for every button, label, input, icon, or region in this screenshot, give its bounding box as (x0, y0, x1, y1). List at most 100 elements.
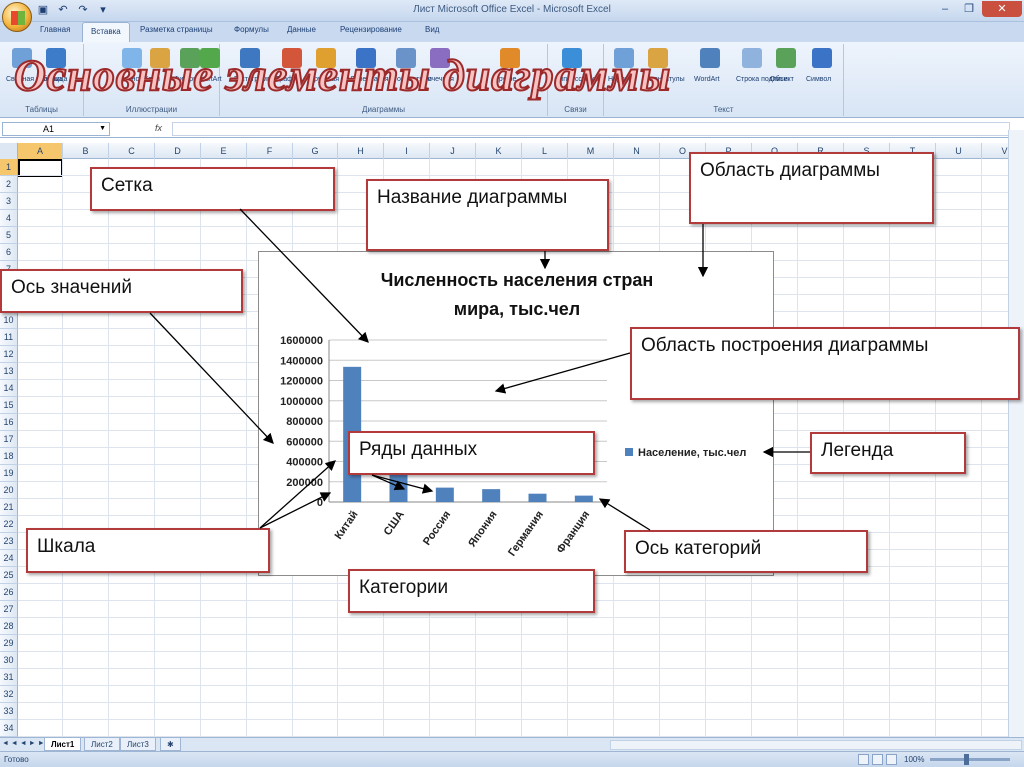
close-icon[interactable]: ✕ (982, 1, 1022, 17)
column-header[interactable]: U (936, 143, 982, 159)
ribbon-button-label[interactable]: WordArt (694, 76, 720, 83)
function-icon[interactable]: fx (155, 123, 162, 133)
row-header[interactable]: 32 (0, 686, 18, 703)
column-header[interactable]: H (338, 143, 384, 159)
ribbon-button-label[interactable]: Объект (770, 76, 794, 83)
column-header[interactable]: A (18, 143, 63, 159)
row-header[interactable]: 27 (0, 601, 18, 618)
column-header[interactable]: I (384, 143, 430, 159)
row-header[interactable]: 2 (0, 176, 18, 193)
column-header[interactable]: N (614, 143, 660, 159)
row-header[interactable]: 30 (0, 652, 18, 669)
bar-3[interactable] (482, 489, 501, 502)
column-header[interactable]: E (201, 143, 247, 159)
tab-5[interactable]: Рецензирование (340, 25, 402, 34)
zoom-level[interactable]: 100% (904, 755, 924, 764)
column-header[interactable]: B (63, 143, 109, 159)
row-header[interactable]: 28 (0, 618, 18, 635)
row-header[interactable]: 33 (0, 703, 18, 720)
gridline (18, 702, 1024, 703)
callout-chart-title: Название диаграммы (366, 179, 609, 251)
column-header[interactable]: K (476, 143, 522, 159)
tab-2[interactable]: Разметка страницы (140, 25, 213, 34)
zoom-slider[interactable] (930, 758, 1010, 761)
formula-input[interactable] (172, 122, 1010, 136)
row-header[interactable]: 21 (0, 499, 18, 516)
callout-categories: Категории (348, 569, 595, 613)
gridline (18, 685, 1024, 686)
row-header[interactable]: 29 (0, 635, 18, 652)
row-header[interactable]: 11 (0, 329, 18, 346)
column-header[interactable]: D (155, 143, 201, 159)
callout-chart-area: Область диаграммы (689, 152, 934, 224)
horizontal-scrollbar[interactable] (610, 740, 1022, 750)
row-header[interactable]: 34 (0, 720, 18, 737)
row-header[interactable]: 26 (0, 584, 18, 601)
insert-sheet-icon[interactable]: ✱ (160, 738, 181, 751)
bar-5[interactable] (574, 495, 593, 502)
window-controls: – ❐ ✕ (934, 1, 1022, 17)
category-label: Германия (506, 509, 546, 559)
row-header[interactable]: 3 (0, 193, 18, 210)
sheet-tab[interactable]: Лист2 (84, 738, 120, 751)
row-header[interactable]: 14 (0, 380, 18, 397)
maximize-icon[interactable]: ❐ (958, 1, 980, 17)
column-header[interactable]: F (247, 143, 293, 159)
ribbon-group-label: Текст (713, 105, 734, 114)
row-header[interactable]: 20 (0, 482, 18, 499)
bar-1[interactable] (389, 470, 408, 502)
row-header[interactable]: 16 (0, 414, 18, 431)
row-header[interactable]: 1 (0, 159, 18, 176)
column-header[interactable]: M (568, 143, 614, 159)
category-label: США (382, 509, 407, 538)
zoom-slider-thumb[interactable] (964, 754, 969, 765)
row-header[interactable]: 13 (0, 363, 18, 380)
row-header[interactable]: 12 (0, 346, 18, 363)
tab-3[interactable]: Формулы (234, 25, 269, 34)
chart-area[interactable]: Численность населения стран мира, тыс.чел… (258, 251, 774, 576)
row-header[interactable]: 5 (0, 227, 18, 244)
chevron-down-icon[interactable]: ▼ (99, 123, 106, 135)
page-break-view-icon[interactable] (886, 754, 897, 765)
row-header[interactable]: 18 (0, 448, 18, 465)
column-header[interactable]: J (430, 143, 476, 159)
sheet-tab[interactable]: Лист1 (44, 738, 82, 751)
office-button[interactable] (2, 2, 32, 32)
tab-1[interactable]: Вставка (82, 22, 130, 42)
column-header[interactable]: C (109, 143, 155, 159)
row-header[interactable]: 4 (0, 210, 18, 227)
column-header[interactable]: L (522, 143, 568, 159)
row-header[interactable]: 23 (0, 533, 18, 550)
name-box[interactable]: A1 ▼ (2, 122, 110, 136)
page-layout-view-icon[interactable] (872, 754, 883, 765)
vertical-scrollbar[interactable] (1008, 130, 1024, 737)
sheet-tab[interactable]: Лист3 (120, 738, 156, 751)
ribbon-button-icon[interactable] (812, 48, 832, 68)
tab-0[interactable]: Главная (40, 25, 70, 34)
row-header[interactable]: 24 (0, 550, 18, 567)
normal-view-icon[interactable] (858, 754, 869, 765)
ribbon-button-icon[interactable] (776, 48, 796, 68)
select-all-corner[interactable] (0, 143, 18, 159)
column-header[interactable]: G (293, 143, 338, 159)
ribbon-group-label: Диаграммы (362, 105, 405, 114)
row-header[interactable]: 15 (0, 397, 18, 414)
row-header[interactable]: 10 (0, 312, 18, 329)
ribbon-button-icon[interactable] (742, 48, 762, 68)
row-header[interactable]: 17 (0, 431, 18, 448)
minimize-icon[interactable]: – (934, 1, 956, 17)
row-header[interactable]: 31 (0, 669, 18, 686)
row-header[interactable]: 19 (0, 465, 18, 482)
bar-4[interactable] (528, 493, 547, 502)
y-tick-label: 1200000 (280, 376, 323, 388)
y-tick-label: 200000 (286, 477, 323, 489)
row-header[interactable]: 6 (0, 244, 18, 261)
bar-2[interactable] (435, 487, 454, 502)
tab-4[interactable]: Данные (287, 25, 316, 34)
ribbon-button-label[interactable]: Символ (806, 76, 831, 83)
ribbon-button-icon[interactable] (700, 48, 720, 68)
row-header[interactable]: 22 (0, 516, 18, 533)
row-header[interactable]: 25 (0, 567, 18, 584)
tab-6[interactable]: Вид (425, 25, 439, 34)
chart: Численность населения стран мира, тыс.чел… (280, 270, 746, 559)
